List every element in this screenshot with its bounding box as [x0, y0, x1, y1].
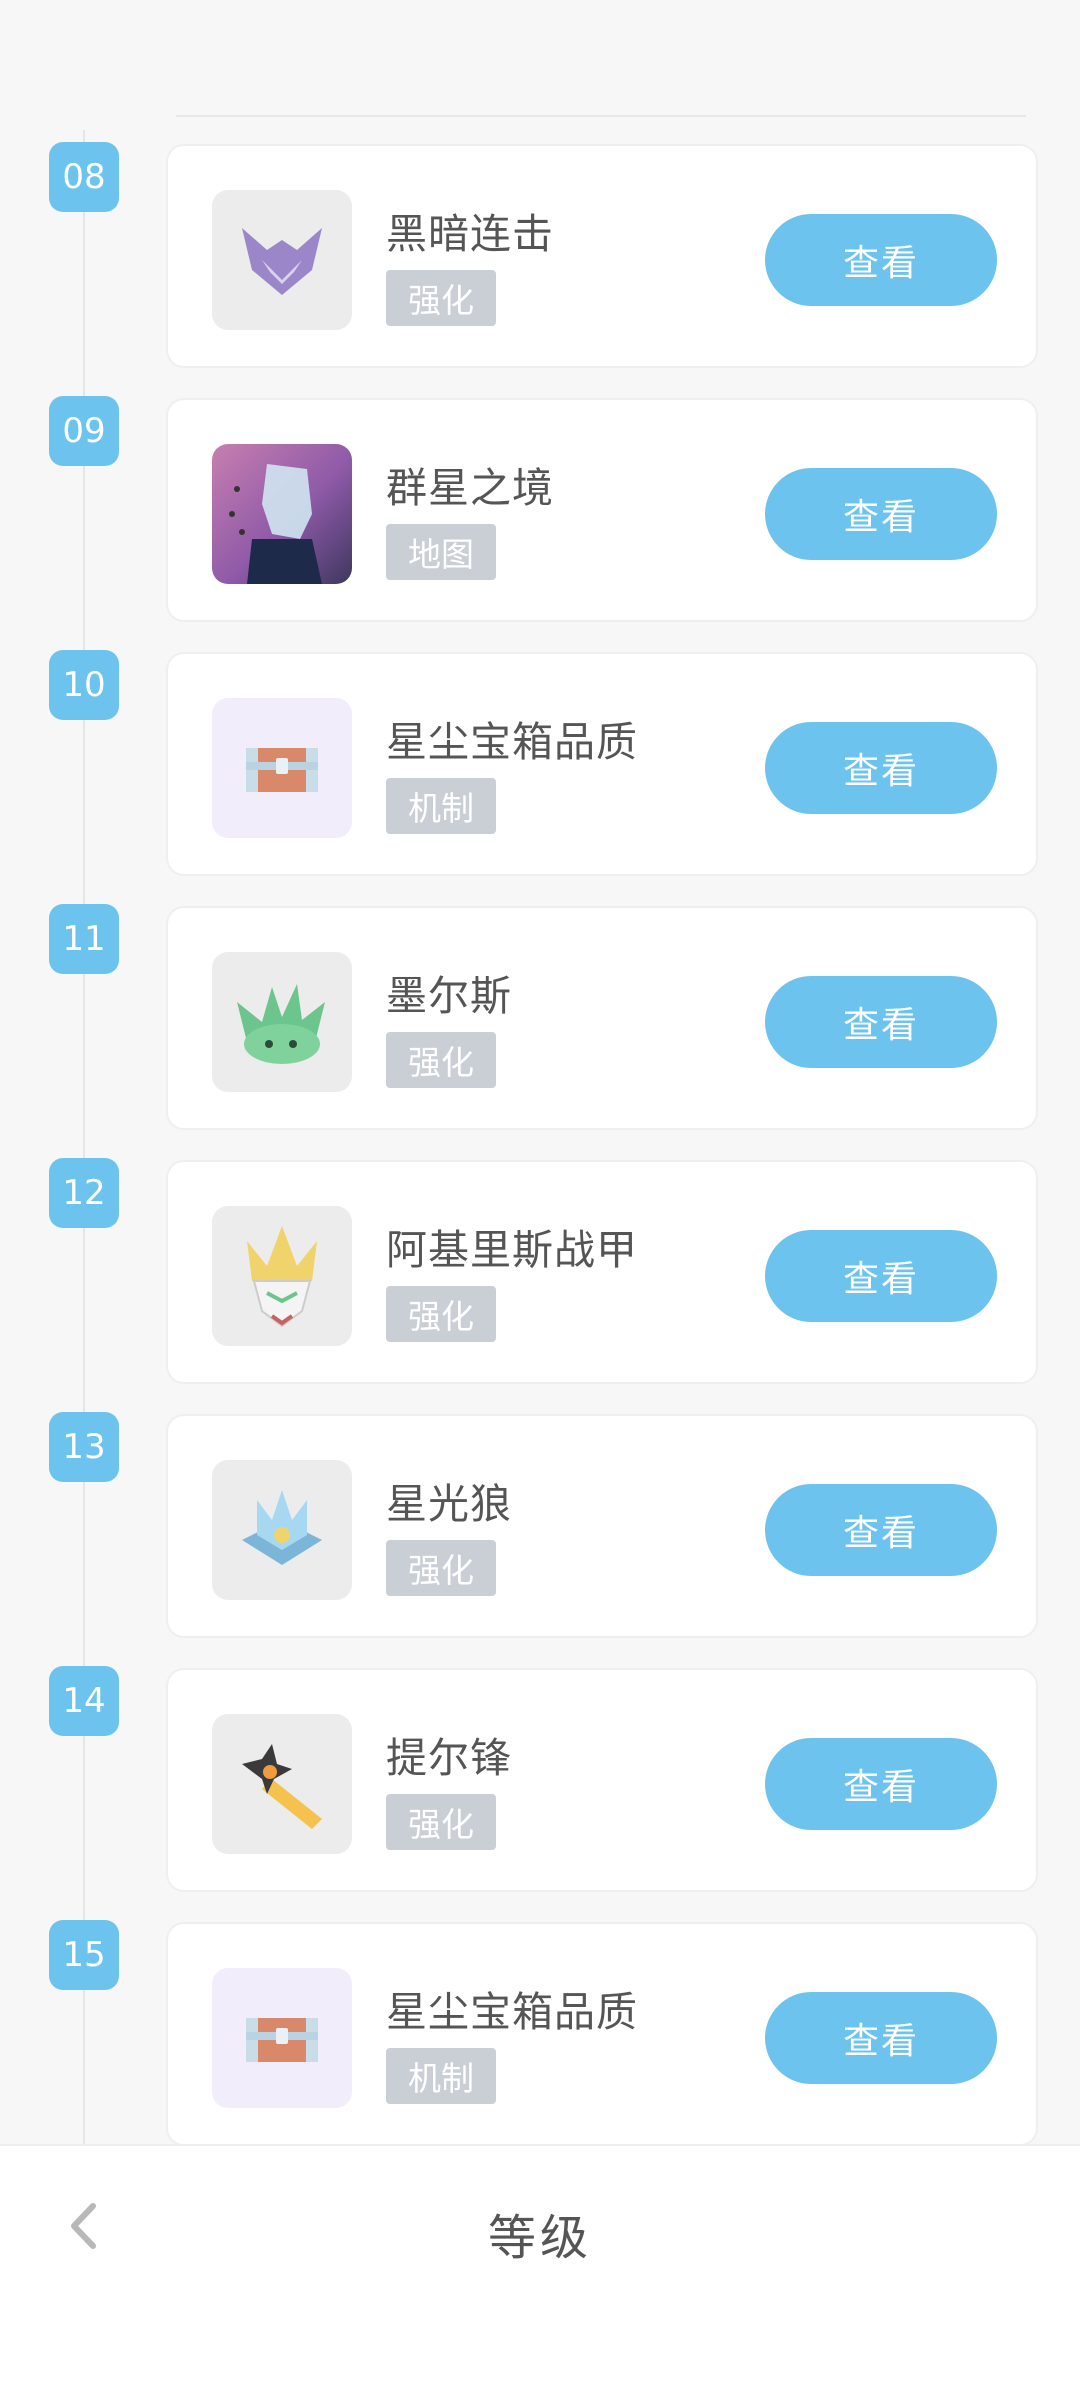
view-button[interactable]: 查看 — [765, 214, 997, 306]
list-item: 11 墨尔斯 强化 查看 — [0, 904, 1080, 1134]
view-button[interactable]: 查看 — [765, 468, 997, 560]
page-title: 等级 — [487, 2210, 592, 2266]
armor-helmet-icon — [212, 1206, 352, 1346]
reward-card: 阿基里斯战甲 强化 查看 — [166, 1160, 1038, 1384]
reward-card: 星尘宝箱品质 机制 查看 — [166, 1922, 1038, 2146]
category-tag: 强化 — [386, 1032, 496, 1088]
category-tag: 强化 — [386, 1286, 496, 1342]
item-title: 黑暗连击 — [386, 210, 554, 258]
category-tag: 强化 — [386, 1540, 496, 1596]
category-tag: 机制 — [386, 778, 496, 834]
sword-icon — [212, 1714, 352, 1854]
view-button[interactable]: 查看 — [765, 1738, 997, 1830]
top-divider — [176, 115, 1026, 117]
view-button[interactable]: 查看 — [765, 1230, 997, 1322]
treasure-chest-icon — [212, 1968, 352, 2108]
list-item: 15 星尘宝箱品质 机制 查看 — [0, 1920, 1080, 2150]
item-title: 星尘宝箱品质 — [386, 1988, 638, 2036]
dark-wings-icon — [212, 190, 352, 330]
item-title: 星尘宝箱品质 — [386, 718, 638, 766]
treasure-chest-icon — [212, 698, 352, 838]
reward-card: 墨尔斯 强化 查看 — [166, 906, 1038, 1130]
bottom-nav-bar: 等级 — [0, 2144, 1080, 2400]
level-badge: 10 — [49, 650, 119, 720]
item-title: 墨尔斯 — [386, 972, 512, 1020]
level-badge: 08 — [49, 142, 119, 212]
view-button[interactable]: 查看 — [765, 1992, 997, 2084]
reward-card: 星尘宝箱品质 机制 查看 — [166, 652, 1038, 876]
item-title: 提尔锋 — [386, 1734, 512, 1782]
item-title: 群星之境 — [386, 464, 554, 512]
list-item: 10 星尘宝箱品质 机制 查看 — [0, 650, 1080, 880]
category-tag: 强化 — [386, 270, 496, 326]
green-creature-icon — [212, 952, 352, 1092]
list-item: 13 星光狼 强化 查看 — [0, 1412, 1080, 1642]
level-badge: 12 — [49, 1158, 119, 1228]
category-tag: 机制 — [386, 2048, 496, 2104]
star-realm-map-icon — [212, 444, 352, 584]
list-item: 08 黑暗连击 强化 查看 — [0, 142, 1080, 372]
list-item: 09 群星之境 地图 查看 — [0, 396, 1080, 626]
item-title: 星光狼 — [386, 1480, 512, 1528]
view-button[interactable]: 查看 — [765, 722, 997, 814]
star-wolf-icon — [212, 1460, 352, 1600]
list-item: 14 提尔锋 强化 查看 — [0, 1666, 1080, 1896]
level-badge: 13 — [49, 1412, 119, 1482]
view-button[interactable]: 查看 — [765, 976, 997, 1068]
level-badge: 09 — [49, 396, 119, 466]
level-badge: 11 — [49, 904, 119, 974]
view-button[interactable]: 查看 — [765, 1484, 997, 1576]
level-badge: 14 — [49, 1666, 119, 1736]
reward-card: 黑暗连击 强化 查看 — [166, 144, 1038, 368]
reward-card: 星光狼 强化 查看 — [166, 1414, 1038, 1638]
category-tag: 地图 — [386, 524, 496, 580]
item-title: 阿基里斯战甲 — [386, 1226, 638, 1274]
reward-card: 群星之境 地图 查看 — [166, 398, 1038, 622]
list-item: 12 阿基里斯战甲 强化 查看 — [0, 1158, 1080, 1388]
level-badge: 15 — [49, 1920, 119, 1990]
reward-card: 提尔锋 强化 查看 — [166, 1668, 1038, 1892]
category-tag: 强化 — [386, 1794, 496, 1850]
